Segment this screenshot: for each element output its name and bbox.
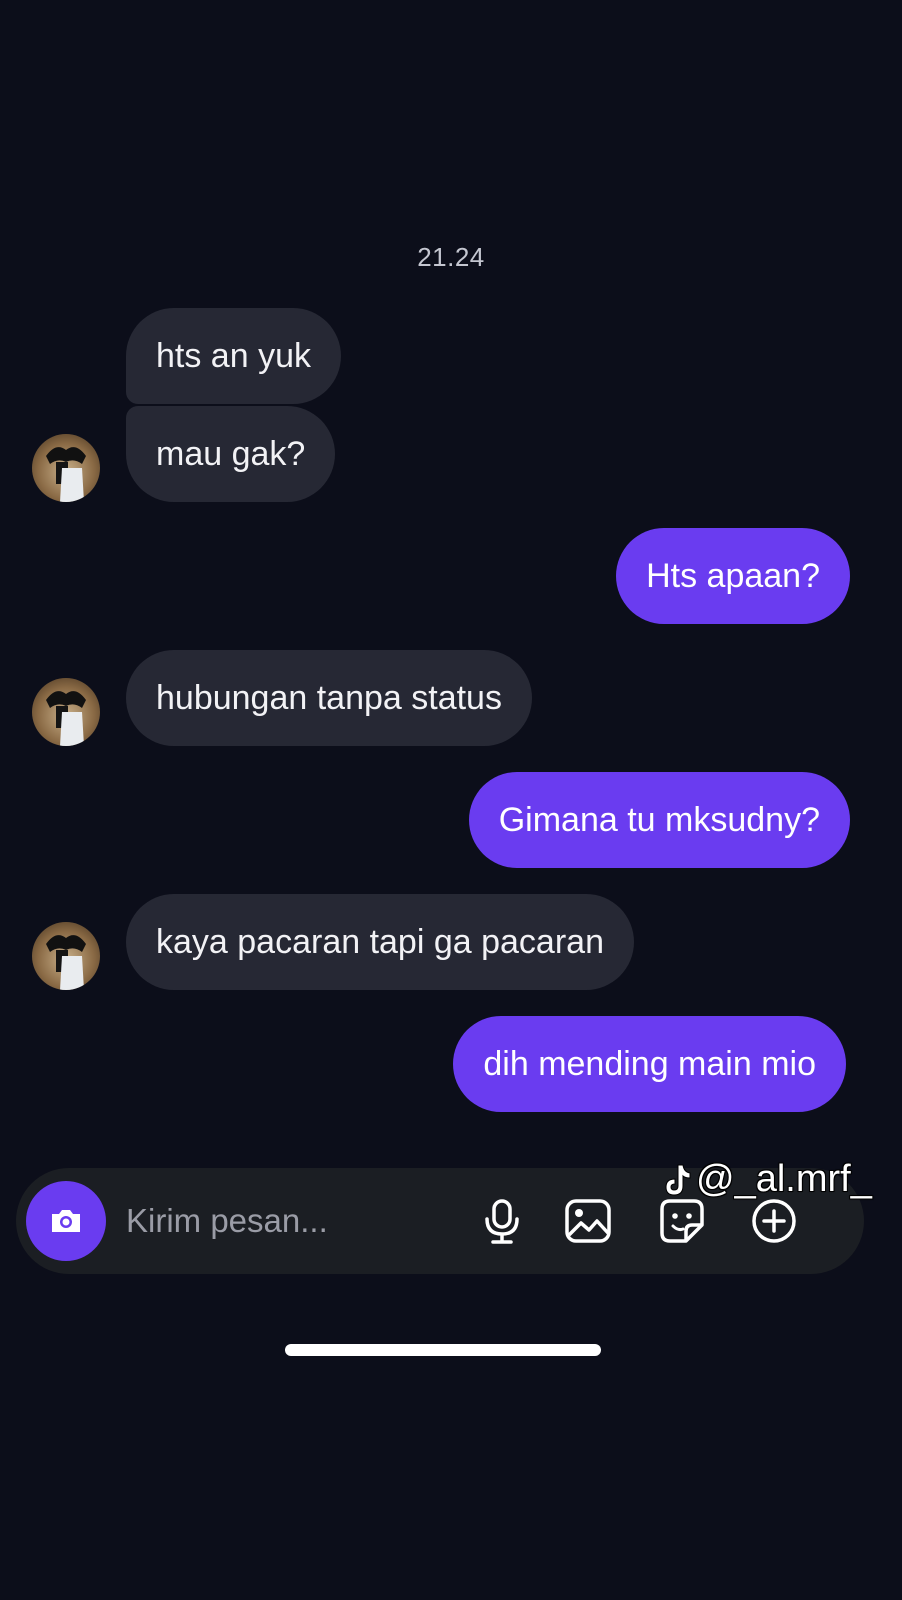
incoming-message-bubble[interactable]: hubungan tanpa status — [126, 650, 532, 746]
message-timestamp: 21.24 — [417, 242, 485, 272]
contact-avatar[interactable] — [32, 434, 100, 502]
more-options-button[interactable] — [748, 1195, 800, 1247]
incoming-message-bubble[interactable]: kaya pacaran tapi ga pacaran — [126, 894, 634, 990]
message-text: hts an yuk — [156, 336, 311, 375]
message-input[interactable] — [126, 1196, 446, 1246]
contact-avatar[interactable] — [32, 678, 100, 746]
tiktok-icon — [665, 1164, 691, 1196]
sticker-icon — [660, 1199, 704, 1243]
message-text: dih mending main mio — [483, 1044, 816, 1083]
avatar-image — [46, 691, 86, 746]
camera-icon — [52, 1210, 80, 1232]
home-indicator[interactable] — [285, 1344, 601, 1356]
message-text: mau gak? — [156, 434, 306, 473]
microphone-icon — [485, 1199, 519, 1244]
voice-message-button[interactable] — [476, 1195, 528, 1247]
outgoing-message-bubble[interactable]: Gimana tu mksudny? — [468, 772, 850, 868]
avatar-image — [46, 935, 86, 990]
incoming-message-bubble[interactable]: hts an yuk — [126, 308, 341, 404]
contact-avatar[interactable] — [32, 922, 100, 990]
message-text: hubungan tanpa status — [156, 678, 502, 717]
sticker-button[interactable] — [656, 1195, 708, 1247]
gallery-button[interactable] — [562, 1195, 614, 1247]
message-text: kaya pacaran tapi ga pacaran — [156, 922, 604, 961]
watermark-handle: @_al.mrf_ — [696, 1158, 872, 1200]
image-icon — [565, 1199, 611, 1243]
tiktok-watermark: @_al.mrf_ — [660, 1158, 872, 1201]
incoming-message-bubble[interactable]: mau gak? — [126, 406, 336, 502]
camera-button[interactable] — [26, 1181, 106, 1261]
message-text: Hts apaan? — [646, 556, 820, 595]
outgoing-message-bubble[interactable]: Hts apaan? — [616, 528, 850, 624]
plus-circle-icon — [752, 1199, 796, 1243]
message-text: Gimana tu mksudny? — [498, 800, 820, 839]
avatar-image — [46, 447, 86, 502]
outgoing-message-bubble[interactable]: dih mending main mio — [453, 1016, 846, 1112]
